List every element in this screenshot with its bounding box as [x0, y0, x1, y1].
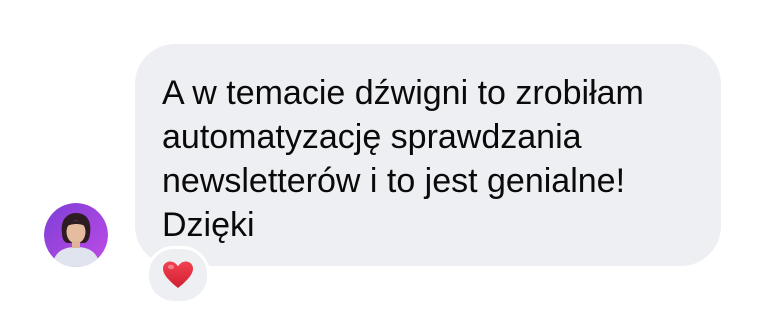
- reaction-badge[interactable]: [146, 246, 210, 304]
- sender-avatar[interactable]: [44, 203, 108, 267]
- message-line: newsletterów i to jest genialne!: [162, 162, 626, 200]
- message-bubble[interactable]: A w temacie dźwigni to zrobiłam automaty…: [135, 44, 721, 266]
- chat-thread: A w temacie dźwigni to zrobiłam automaty…: [0, 0, 760, 309]
- message-line: automatyzację sprawdzania: [162, 118, 582, 156]
- heart-icon: [163, 261, 193, 288]
- message-line: Dzięki: [162, 206, 255, 244]
- user-avatar-icon: [44, 203, 108, 267]
- message-line: A w temacie dźwigni to zrobiłam: [162, 74, 644, 112]
